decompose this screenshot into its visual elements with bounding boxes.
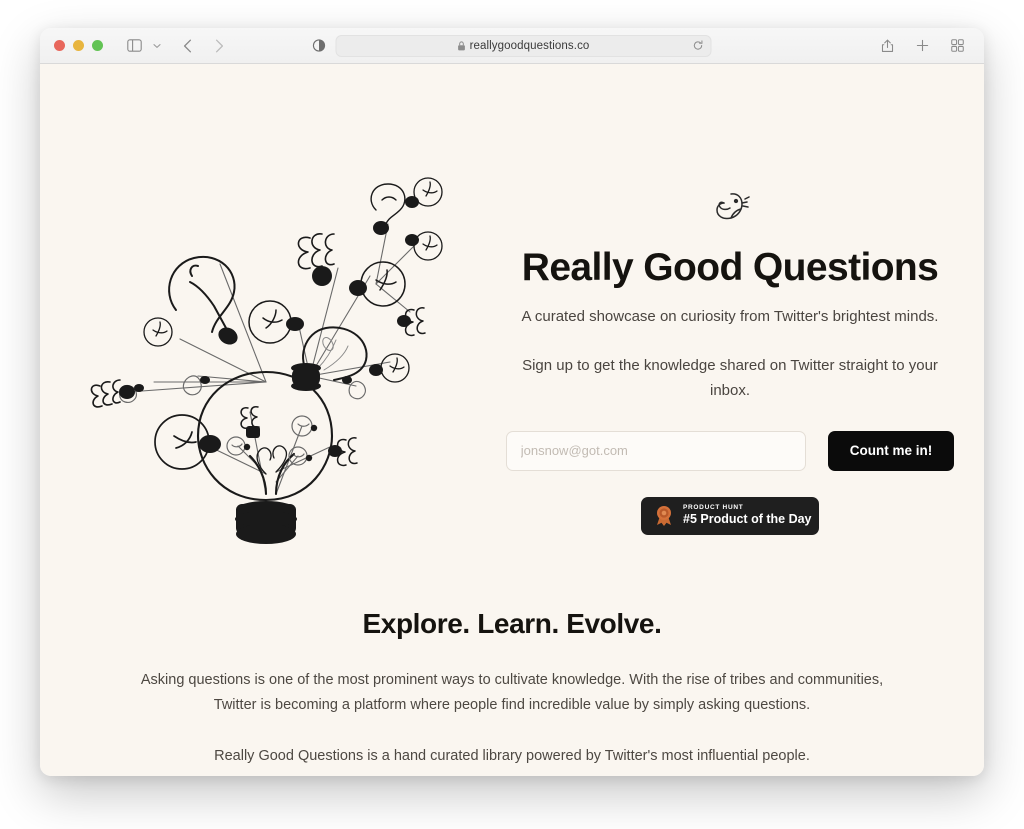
reader-view-icon[interactable] — [312, 39, 326, 52]
address-bar[interactable]: reallygoodquestions.co — [335, 34, 712, 57]
maximize-window-button[interactable] — [92, 40, 103, 51]
address-bar-area: reallygoodquestions.co — [312, 34, 712, 57]
hero-illustration — [40, 90, 480, 564]
new-tab-icon[interactable] — [909, 34, 935, 58]
about-heading: Explore. Learn. Evolve. — [362, 608, 662, 639]
product-hunt-text: PRODUCT HUNT #5 Product of the Day — [683, 504, 812, 528]
hero-content: Really Good Questions A curated showcase… — [480, 90, 980, 564]
hero-section: Really Good Questions A curated showcase… — [40, 64, 984, 564]
page-viewport: Really Good Questions A curated showcase… — [40, 64, 984, 776]
page-title: Really Good Questions — [521, 246, 939, 289]
subscribe-button[interactable]: Count me in! — [827, 430, 955, 471]
chevron-down-icon[interactable] — [150, 35, 164, 57]
product-hunt-badge[interactable]: PRODUCT HUNT #5 Product of the Day — [641, 496, 819, 535]
about-section: Explore. Learn. Evolve. Asking questions… — [40, 564, 984, 769]
signup-form: Count me in! — [505, 430, 955, 471]
bird-logo-icon — [709, 188, 751, 231]
product-hunt-kicker: PRODUCT HUNT — [683, 503, 744, 511]
toolbar-right-actions — [874, 34, 970, 58]
about-paragraph-1: Asking questions is one of the most prom… — [140, 672, 884, 713]
lock-icon — [458, 40, 466, 51]
hero-tagline: A curated showcase on curiosity from Twi… — [521, 307, 939, 325]
product-hunt-title: #5 Product of the Day — [683, 512, 812, 527]
browser-toolbar: reallygoodquestions.co — [40, 28, 984, 64]
browser-window: reallygoodquestions.co Really Good Quest… — [40, 28, 984, 776]
reload-icon[interactable] — [693, 40, 704, 51]
medal-icon — [654, 505, 674, 527]
sidebar-toggle-button[interactable] — [121, 34, 147, 58]
email-input[interactable] — [505, 430, 806, 471]
address-bar-url: reallygoodquestions.co — [469, 39, 590, 52]
tab-overview-icon[interactable] — [944, 34, 970, 58]
close-window-button[interactable] — [54, 40, 65, 51]
signup-copy: Sign up to get the knowledge shared on T… — [522, 357, 938, 399]
lightbulb-network-illustration — [90, 177, 443, 544]
sidebar-controls — [121, 34, 164, 58]
about-paragraph-2: Really Good Questions is a hand curated … — [214, 747, 810, 764]
forward-button[interactable] — [206, 34, 232, 58]
minimize-window-button[interactable] — [73, 40, 84, 51]
share-icon[interactable] — [874, 34, 900, 58]
address-bar-content: reallygoodquestions.co — [458, 40, 590, 52]
back-button[interactable] — [174, 34, 200, 58]
window-controls — [54, 40, 103, 51]
navigation-buttons — [174, 34, 232, 58]
